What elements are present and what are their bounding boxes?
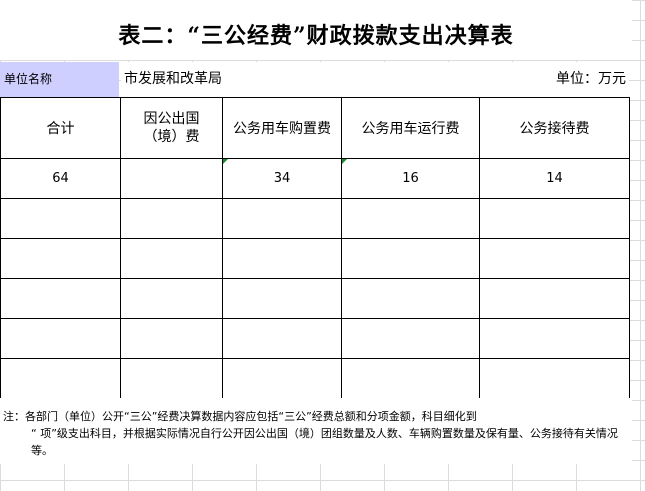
- empty-cell[interactable]: [222, 198, 342, 239]
- unit-name-value-cell[interactable]: 市发展和改革局: [121, 62, 421, 97]
- empty-cell[interactable]: [0, 318, 121, 359]
- empty-cell[interactable]: [120, 238, 223, 279]
- empty-cell[interactable]: [479, 238, 630, 279]
- empty-cell[interactable]: [222, 238, 342, 279]
- table-row: [0, 278, 630, 319]
- empty-cell[interactable]: [120, 318, 223, 359]
- empty-cell[interactable]: [341, 198, 480, 239]
- empty-cell[interactable]: [222, 318, 342, 359]
- spreadsheet: 表二：“三公经费”财政拨款支出决算表 单位名称 市发展和改革局 单位：万元 合计…: [0, 0, 645, 491]
- table-row: [0, 198, 630, 239]
- table-title: 表二：“三公经费”财政拨款支出决算表: [0, 0, 632, 60]
- header-total[interactable]: 合计: [0, 97, 121, 159]
- header-vehicle-operation[interactable]: 公务用车运行费: [341, 97, 480, 159]
- cell-overseas-travel[interactable]: [120, 158, 223, 199]
- cell-vehicle-operation[interactable]: 16: [341, 158, 480, 199]
- empty-cell[interactable]: [341, 358, 480, 399]
- table-row: [0, 238, 630, 279]
- empty-cell[interactable]: [479, 318, 630, 359]
- expense-table: 合计 因公出国（境）费 公务用车购置费 公务用车运行费 公务接待费 64 34 …: [0, 97, 630, 399]
- footnote[interactable]: 注：各部门（单位）公开“三公”经费决算数据内容应包括“三公”经费总额和分项金额，…: [0, 398, 632, 464]
- empty-cell[interactable]: [479, 278, 630, 319]
- header-reception[interactable]: 公务接待费: [479, 97, 630, 159]
- table-row: [0, 358, 630, 399]
- empty-cell[interactable]: [222, 358, 342, 399]
- footnote-line-1: 注：各部门（单位）公开“三公”经费决算数据内容应包括“三公”经费总额和分项金额，…: [3, 410, 477, 423]
- table-row: [0, 318, 630, 359]
- currency-unit-cell[interactable]: 单位：万元: [421, 62, 629, 97]
- header-overseas-travel-text: 因公出国（境）费: [143, 111, 200, 145]
- table-header-row: 合计 因公出国（境）费 公务用车购置费 公务用车运行费 公务接待费: [0, 97, 630, 159]
- empty-cell[interactable]: [341, 318, 480, 359]
- empty-cell[interactable]: [120, 278, 223, 319]
- cell-total[interactable]: 64: [0, 158, 121, 199]
- empty-cell[interactable]: [0, 278, 121, 319]
- header-vehicle-purchase[interactable]: 公务用车购置费: [222, 97, 342, 159]
- header-overseas-travel[interactable]: 因公出国（境）费: [120, 97, 223, 159]
- empty-cell[interactable]: [0, 238, 121, 279]
- empty-cell[interactable]: [222, 278, 342, 319]
- empty-cell[interactable]: [341, 238, 480, 279]
- empty-cell[interactable]: [479, 358, 630, 399]
- unit-name-label-cell[interactable]: 单位名称: [0, 62, 119, 97]
- empty-cell[interactable]: [341, 278, 480, 319]
- cell-vehicle-purchase[interactable]: 34: [222, 158, 342, 199]
- empty-cell[interactable]: [0, 198, 121, 239]
- cell-reception[interactable]: 14: [479, 158, 630, 199]
- empty-cell[interactable]: [120, 198, 223, 239]
- empty-cell[interactable]: [120, 358, 223, 399]
- table-row: 64 34 16 14: [0, 158, 630, 199]
- empty-cell[interactable]: [0, 358, 121, 399]
- footnote-line-2: “ 项”级支出科目，并根据实际情况自行公开因公出国（境）团组数量及人数、车辆购置…: [31, 427, 618, 457]
- empty-cell[interactable]: [479, 198, 630, 239]
